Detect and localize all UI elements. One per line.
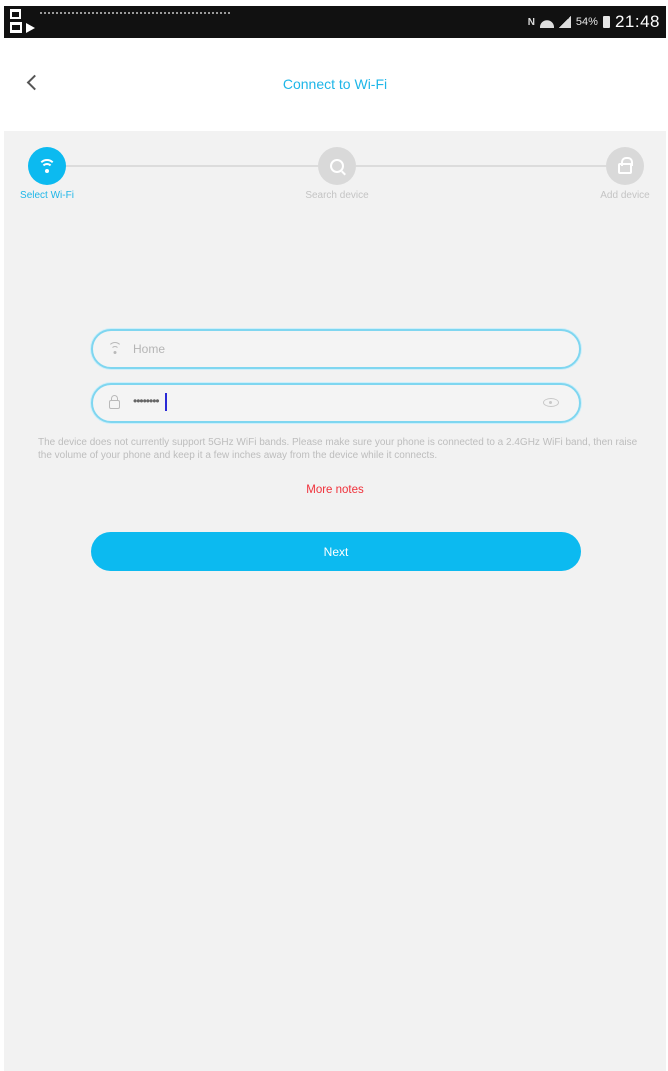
wifi-icon <box>540 16 554 28</box>
step-select-wifi <box>28 147 66 185</box>
text-caret <box>165 393 167 411</box>
signal-icon <box>558 16 571 28</box>
clock: 21:48 <box>614 12 660 31</box>
step-label-select-wifi: Select Wi-Fi <box>20 190 74 201</box>
eye-icon[interactable] <box>543 398 559 407</box>
screen: N 54% 21:48 Connect to Wi-Fi Select Wi-F… <box>0 0 668 1071</box>
next-button[interactable]: Next <box>91 532 581 571</box>
wifi-notice: The device does not currently support 5G… <box>38 437 638 461</box>
status-bar: N 54% 21:48 <box>4 6 666 38</box>
search-icon <box>330 159 344 173</box>
wifi-ssid-field[interactable]: Home <box>91 329 581 369</box>
nav-header: Connect to Wi-Fi <box>4 38 666 131</box>
status-bar-left <box>10 9 40 35</box>
battery-percent: 54% <box>575 16 598 28</box>
status-bar-right: N 54% 21:48 <box>528 6 660 38</box>
lock-icon <box>618 157 633 174</box>
step-label-add-device: Add device <box>600 190 650 201</box>
stepper-connector-2 <box>356 165 606 167</box>
step-label-search-device: Search device <box>305 190 369 201</box>
page-title: Connect to Wi-Fi <box>282 76 388 92</box>
step-add-device <box>606 147 644 185</box>
step-search-device <box>318 147 356 185</box>
password-mask: •••••••• <box>133 394 160 408</box>
play-store-icon <box>26 23 35 33</box>
battery-icon <box>602 16 610 28</box>
more-notes-link[interactable]: More notes <box>4 484 666 496</box>
wifi-password-field[interactable]: •••••••• <box>91 383 581 423</box>
stepper-connector-1 <box>64 165 318 167</box>
nfc-icon: N <box>527 16 535 28</box>
lock-icon <box>109 395 120 409</box>
wifi-icon <box>108 342 122 354</box>
content-area: Select Wi-Fi Search device Add device Ho… <box>4 131 666 1071</box>
ssid-value: Home <box>133 342 166 356</box>
wifi-icon <box>38 159 56 173</box>
image-icon <box>10 22 22 33</box>
screenshot-icon <box>10 9 21 19</box>
notification-text <box>40 12 230 17</box>
